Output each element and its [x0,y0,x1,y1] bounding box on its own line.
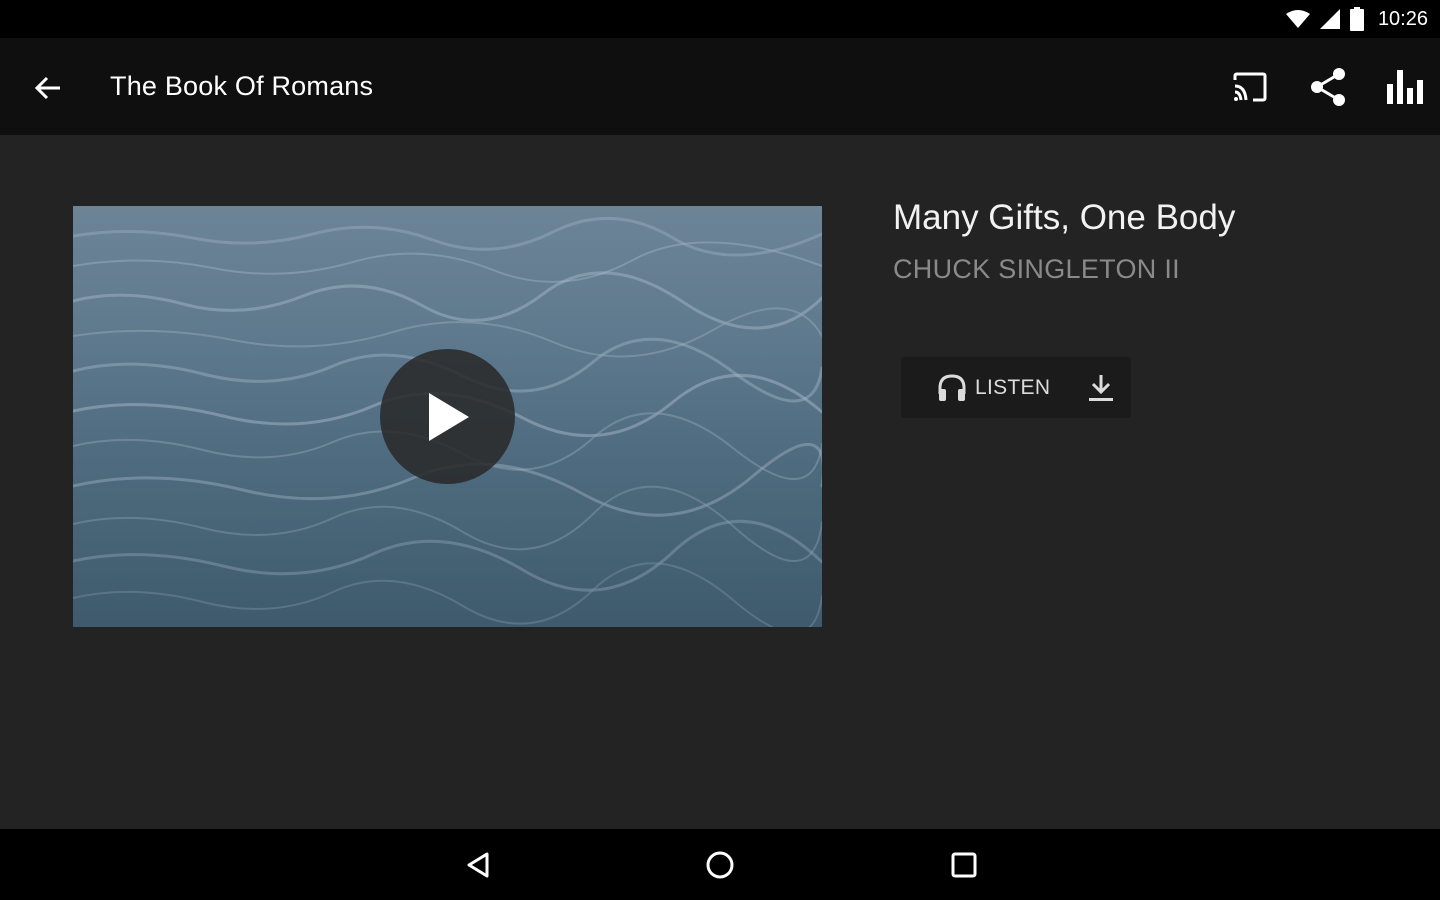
nav-home-button[interactable] [698,843,742,887]
play-icon [428,392,469,441]
cast-button[interactable] [1228,65,1272,109]
stats-button[interactable] [1384,65,1428,109]
headphones-icon [938,373,966,401]
listen-button[interactable]: LISTEN [901,357,1071,418]
back-button[interactable] [28,68,68,108]
app-bar: The Book Of Romans [0,38,1440,135]
cast-icon [1233,72,1267,102]
listen-label: LISTEN [975,375,1051,399]
sermon-speaker: CHUCK SINGLETON II [893,254,1180,284]
nav-recents-icon [951,852,977,878]
download-icon [1089,374,1113,401]
play-button[interactable] [380,349,515,484]
download-button[interactable] [1071,357,1131,418]
share-button[interactable] [1306,65,1350,109]
nav-recents-button[interactable] [942,843,986,887]
sermon-title: Many Gifts, One Body [893,198,1236,237]
system-nav-bar [0,829,1440,900]
app-bar-actions [1228,64,1428,110]
status-time: 10:26 [1377,7,1428,30]
status-bar: 10:26 [0,0,1440,38]
bar-chart-icon [1387,70,1423,104]
nav-back-icon [467,852,489,878]
listen-download-group: LISTEN [901,357,1131,418]
page-title: The Book Of Romans [110,71,374,101]
arrow-left-icon [34,76,60,100]
wifi-icon [1285,10,1310,28]
share-icon [1311,68,1345,106]
battery-icon [1349,7,1364,31]
nav-back-button[interactable] [456,843,500,887]
video-thumbnail[interactable] [73,206,822,627]
nav-home-icon [706,851,734,879]
signal-icon [1319,9,1340,29]
